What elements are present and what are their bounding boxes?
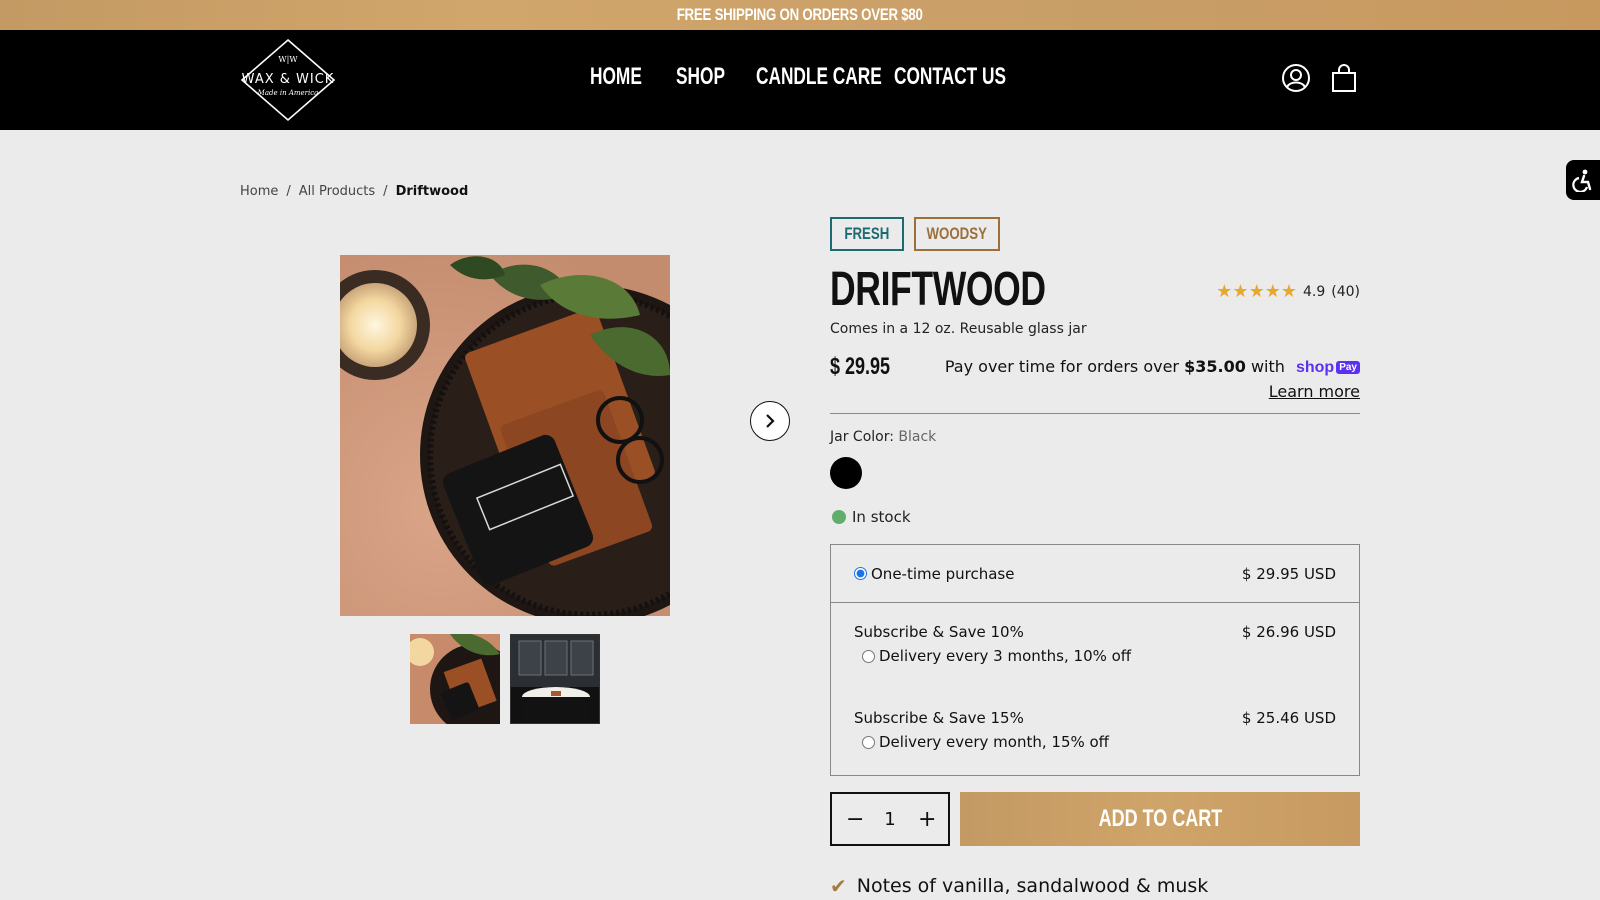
product-rating[interactable]: ★★★★★ 4.9 (40) bbox=[1216, 281, 1360, 302]
stock-status: In stock bbox=[832, 508, 911, 526]
installments-message: Pay over time for orders over $35.00 wit… bbox=[945, 355, 1360, 404]
logo-diamond-icon: W|W WAX & WICK Made in America bbox=[240, 38, 336, 122]
quantity-decrease-button[interactable]: − bbox=[846, 807, 864, 832]
subscribe-15-title: Subscribe & Save 15% bbox=[854, 709, 1024, 727]
nav-home[interactable]: HOME bbox=[590, 63, 642, 91]
quantity-increase-button[interactable]: + bbox=[918, 807, 936, 832]
svg-text:Made in America: Made in America bbox=[257, 89, 319, 97]
gallery-thumbnail[interactable] bbox=[510, 634, 600, 724]
cart-icon[interactable] bbox=[1328, 62, 1360, 94]
product-price: $ 29.95 bbox=[830, 353, 891, 380]
check-icon: ✔ bbox=[830, 874, 847, 898]
nav-contact-us[interactable]: CONTACT US bbox=[894, 63, 1006, 91]
one-time-price: $ 29.95 USD bbox=[1241, 564, 1336, 583]
breadcrumb-current: Driftwood bbox=[395, 184, 469, 199]
product-subtitle: Comes in a 12 oz. Reusable glass jar bbox=[830, 321, 1087, 337]
purchase-options: One-time purchase $ 29.95 USD Subscribe … bbox=[830, 544, 1360, 776]
chevron-right-icon bbox=[766, 414, 775, 428]
announcement-bar: FREE SHIPPING ON ORDERS OVER $80 bbox=[0, 0, 1600, 30]
divider bbox=[830, 413, 1360, 414]
breadcrumb: Home / All Products / Driftwood bbox=[240, 184, 468, 199]
svg-text:W|W: W|W bbox=[278, 55, 298, 64]
subscribe-15-delivery-option[interactable]: Delivery every month, 15% off bbox=[862, 733, 1336, 751]
add-to-cart-button[interactable]: ADD TO CART bbox=[960, 792, 1360, 846]
color-swatch-black[interactable] bbox=[830, 457, 862, 489]
quantity-stepper: − 1 + bbox=[830, 792, 950, 846]
variant-label: Jar Color: Black bbox=[830, 429, 936, 445]
subscribe-10-delivery-option[interactable]: Delivery every 3 months, 10% off bbox=[862, 647, 1336, 665]
account-icon[interactable] bbox=[1280, 62, 1312, 94]
subscribe-15-radio[interactable] bbox=[862, 735, 875, 749]
breadcrumb-separator: / bbox=[286, 184, 291, 199]
one-time-purchase-label[interactable]: One-time purchase bbox=[854, 565, 1014, 583]
gallery-thumbnail[interactable] bbox=[410, 634, 500, 724]
breadcrumb-home[interactable]: Home bbox=[240, 184, 278, 199]
subscribe-10-title: Subscribe & Save 10% bbox=[854, 623, 1024, 641]
quantity-value[interactable]: 1 bbox=[884, 809, 895, 830]
brand-logo[interactable]: W|W WAX & WICK Made in America bbox=[238, 38, 338, 122]
product-main-image[interactable] bbox=[340, 255, 670, 616]
accessibility-button[interactable] bbox=[1566, 160, 1600, 200]
variant-label-text: Jar Color: bbox=[830, 429, 894, 445]
subscribe-save-10-option: Subscribe & Save 10% $ 26.96 USD Deliver… bbox=[854, 623, 1336, 665]
site-header: W|W WAX & WICK Made in America HOME SHOP… bbox=[0, 30, 1600, 130]
scent-tag-fresh[interactable]: FRESH bbox=[830, 217, 904, 251]
nav-shop[interactable]: SHOP bbox=[676, 63, 725, 91]
stock-indicator-dot bbox=[832, 510, 846, 524]
product-title: DRIFTWOOD bbox=[830, 263, 1046, 316]
variant-value: Black bbox=[898, 429, 937, 445]
one-time-purchase-option[interactable]: One-time purchase $ 29.95 USD bbox=[831, 545, 1359, 603]
learn-more-link[interactable]: Learn more bbox=[1269, 382, 1360, 401]
installments-amount: $35.00 bbox=[1184, 357, 1246, 376]
scent-notes-text: Notes of vanilla, sandalwood & musk bbox=[856, 875, 1209, 897]
breadcrumb-separator: / bbox=[383, 184, 388, 199]
subscribe-10-price: $ 26.96 USD bbox=[1241, 623, 1336, 641]
rating-count: (40) bbox=[1331, 283, 1360, 300]
scent-notes: ✔ Notes of vanilla, sandalwood & musk bbox=[830, 874, 1208, 898]
installments-with: with bbox=[1250, 357, 1285, 376]
subscribe-save-15-option: Subscribe & Save 15% $ 25.46 USD Deliver… bbox=[854, 709, 1336, 751]
shop-pay-logo: shop Pay bbox=[1296, 356, 1360, 380]
stock-text: In stock bbox=[852, 508, 911, 526]
rating-value: 4.9 bbox=[1302, 283, 1326, 300]
installments-text: Pay over time for orders over bbox=[944, 357, 1179, 376]
announcement-text: FREE SHIPPING ON ORDERS OVER $80 bbox=[677, 5, 923, 24]
breadcrumb-all-products[interactable]: All Products bbox=[299, 184, 375, 199]
one-time-radio[interactable] bbox=[854, 567, 867, 580]
nav-candle-care[interactable]: CANDLE CARE bbox=[756, 63, 882, 91]
subscribe-10-radio[interactable] bbox=[862, 649, 875, 663]
scent-tag-woodsy[interactable]: WOODSY bbox=[914, 217, 1000, 251]
svg-text:WAX & WICK: WAX & WICK bbox=[242, 72, 335, 87]
accessibility-icon bbox=[1572, 169, 1592, 192]
subscribe-15-price: $ 25.46 USD bbox=[1241, 709, 1336, 727]
star-rating-icon: ★★★★★ bbox=[1216, 281, 1297, 302]
gallery-next-button[interactable] bbox=[750, 401, 790, 441]
